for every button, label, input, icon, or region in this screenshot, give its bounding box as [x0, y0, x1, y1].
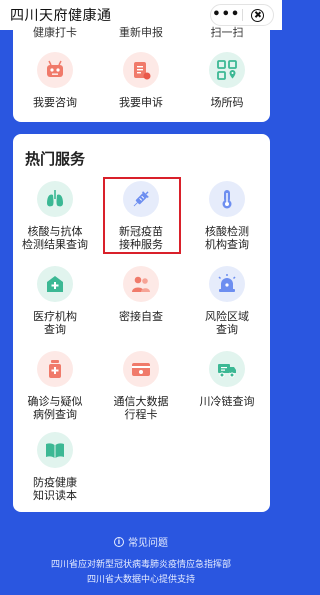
appeal-label: 我要申诉 — [119, 96, 163, 109]
cold-chain-truck-icon — [209, 351, 245, 387]
risk-area-query-label: 风险区域 查询 — [205, 310, 249, 336]
book-icon — [37, 432, 73, 468]
highlight-box — [103, 177, 181, 254]
thermometer-icon — [209, 181, 245, 217]
cut-off-label: 健康打卡 — [33, 26, 77, 39]
hospital-icon — [37, 266, 73, 302]
test-institution-query-item[interactable]: 核酸检测 机构查询 — [187, 181, 267, 251]
case-query-label: 确诊与疑似 病例查询 — [27, 395, 83, 421]
close-button[interactable] — [243, 8, 274, 22]
alarm-light-icon — [209, 266, 245, 302]
close-icon — [251, 8, 265, 22]
venue-code-item[interactable]: 场所码 — [187, 52, 267, 109]
cut-off-label: 重新申报 — [119, 26, 163, 39]
section-title: 热门服务 — [25, 150, 86, 168]
credit-line: 四川省大数据中心提供支持 — [86, 575, 195, 585]
itinerary-card-icon — [123, 351, 159, 387]
test-institution-query-label: 核酸检测 机构查询 — [205, 225, 249, 251]
people-icon — [123, 266, 159, 302]
location-qrcode-icon — [209, 52, 245, 88]
venue-code-label: 场所码 — [210, 96, 244, 109]
case-query-item[interactable]: 确诊与疑似 病例查询 — [15, 351, 95, 421]
test-result-query-label: 核酸与抗体 检测结果查询 — [22, 225, 88, 251]
info-icon: i — [114, 536, 124, 547]
risk-area-query-item[interactable]: 风险区域 查询 — [187, 266, 267, 336]
lungs-icon — [37, 181, 73, 217]
close-contact-check-label: 密接自查 — [119, 310, 163, 323]
health-knowledge-item[interactable]: 防疫健康 知识读本 — [15, 432, 95, 502]
cut-off-label: 扫一扫 — [210, 26, 244, 39]
medicine-bottle-icon — [37, 351, 73, 387]
credit-line: 四川省应对新型冠状病毒肺炎疫情应急指挥部 — [50, 560, 231, 570]
medical-institution-query-item[interactable]: 医疗机构 查询 — [15, 266, 95, 336]
faq-label: 常见问题 — [128, 538, 168, 549]
app-title: 四川天府健康通 — [10, 8, 112, 24]
quick-actions-card: 健康打卡 重新申报 扫一扫 我要咨询 我要申诉 场所码 — [13, 26, 270, 122]
appeal-document-icon — [123, 52, 159, 88]
itinerary-card-label: 通信大数据 行程卡 — [113, 395, 169, 421]
more-button[interactable]: ••• — [211, 5, 242, 25]
faq-link[interactable]: i 常见问题 — [0, 534, 282, 549]
consult-label: 我要咨询 — [33, 96, 77, 109]
test-result-query-item[interactable]: 核酸与抗体 检测结果查询 — [15, 181, 95, 251]
medical-institution-query-label: 医疗机构 查询 — [33, 310, 77, 336]
appeal-item[interactable]: 我要申诉 — [101, 52, 181, 109]
consult-item[interactable]: 我要咨询 — [15, 52, 95, 109]
cold-chain-query-item[interactable]: 川冷链查询 — [187, 351, 267, 408]
close-contact-check-item[interactable]: 密接自查 — [101, 266, 181, 323]
itinerary-card-item[interactable]: 通信大数据 行程卡 — [101, 351, 181, 421]
capsule-menu: ••• — [210, 4, 274, 26]
health-knowledge-label: 防疫健康 知识读本 — [33, 476, 77, 502]
robot-icon — [37, 52, 73, 88]
cold-chain-query-label: 川冷链查询 — [199, 395, 255, 408]
